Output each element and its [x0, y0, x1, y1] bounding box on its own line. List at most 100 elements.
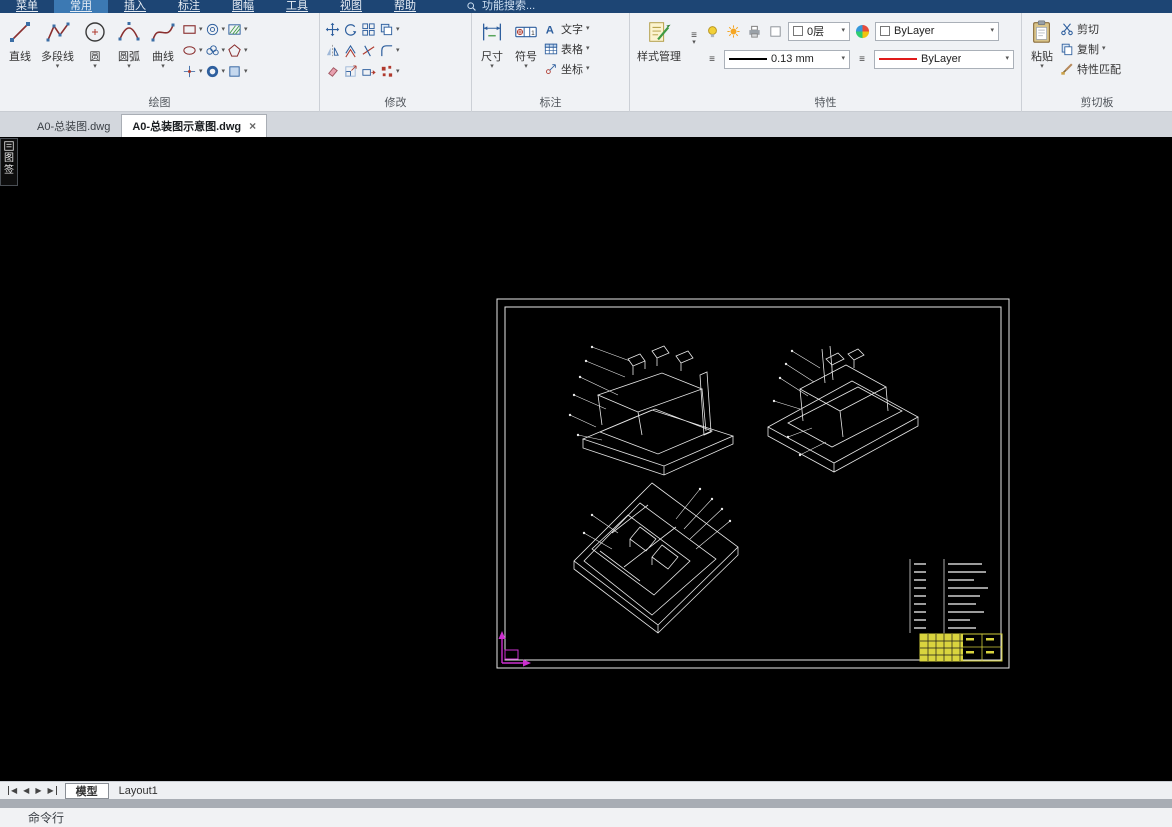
- chevron-down-icon[interactable]: ▾: [396, 26, 400, 33]
- chevron-down-icon[interactable]: ▾: [586, 65, 590, 72]
- array-icon[interactable]: [360, 21, 377, 38]
- tab-model[interactable]: 模型: [64, 782, 109, 799]
- copy-object-icon[interactable]: [378, 21, 395, 38]
- menubar-item[interactable]: 标注: [162, 0, 216, 13]
- text-button[interactable]: A 文字 ▾: [544, 19, 590, 39]
- arc-button[interactable]: 圆弧 ▾: [113, 17, 145, 72]
- chevron-down-icon[interactable]: ▾: [199, 26, 203, 33]
- chevron-down-icon[interactable]: ▾: [199, 68, 203, 75]
- trim-icon[interactable]: [360, 42, 377, 59]
- offset-icon[interactable]: [342, 42, 359, 59]
- last-layout-icon[interactable]: ▶: [47, 786, 57, 795]
- paste-button[interactable]: 粘贴 ▾: [1026, 17, 1058, 72]
- cut-button[interactable]: 剪切: [1060, 19, 1121, 39]
- menubar-item[interactable]: 视图: [324, 0, 378, 13]
- side-palette-tab[interactable]: 图 签: [0, 138, 18, 186]
- linetype-list-icon[interactable]: ≡: [854, 54, 870, 64]
- concentric-circles-icon[interactable]: [204, 21, 221, 38]
- menubar-item-active[interactable]: 常用: [54, 0, 108, 13]
- line-button[interactable]: 直线: [4, 17, 36, 66]
- explode-icon[interactable]: [378, 63, 395, 80]
- spline-button[interactable]: 曲线 ▾: [147, 17, 179, 72]
- hatch-icon[interactable]: [226, 21, 243, 38]
- doc-tab-active[interactable]: A0-总装图示意图.dwg ×: [121, 114, 268, 137]
- match-properties-button[interactable]: 特性匹配: [1060, 59, 1121, 79]
- chevron-down-icon[interactable]: ▾: [244, 26, 248, 33]
- chevron-down-icon[interactable]: ▾: [1040, 63, 1044, 70]
- copy-button[interactable]: 复制 ▾: [1060, 39, 1121, 59]
- chevron-down-icon[interactable]: ▾: [56, 63, 60, 70]
- revision-cloud-icon[interactable]: [204, 42, 221, 59]
- polyline-button[interactable]: 多段线 ▾: [38, 17, 77, 72]
- mirror-icon[interactable]: [324, 42, 341, 59]
- layer-select[interactable]: 0层 ▾: [788, 21, 850, 41]
- panel-label-draw[interactable]: 绘图: [0, 97, 319, 112]
- lineweight-select[interactable]: 0.13 mm ▾: [724, 49, 850, 69]
- menubar-item[interactable]: 工具: [270, 0, 324, 13]
- dimension-button[interactable]: 尺寸 ▾: [476, 17, 508, 72]
- chevron-down-icon[interactable]: ▾: [93, 63, 97, 70]
- linetype-sample: [879, 58, 917, 60]
- command-window-splitter[interactable]: [0, 799, 1172, 808]
- chevron-down-icon[interactable]: ▾: [161, 63, 165, 70]
- rotate-icon[interactable]: [342, 21, 359, 38]
- list-options-button[interactable]: ≡ ▾: [686, 17, 702, 47]
- scale-icon[interactable]: [342, 63, 359, 80]
- chevron-down-icon[interactable]: ▾: [222, 68, 226, 75]
- menubar-item[interactable]: 帮助: [378, 0, 432, 13]
- coordinate-button[interactable]: 坐标 ▾: [544, 59, 590, 79]
- function-search[interactable]: 功能搜索...: [466, 0, 535, 13]
- donut-icon[interactable]: [204, 63, 221, 80]
- chevron-down-icon[interactable]: ▾: [222, 26, 226, 33]
- previous-layout-icon[interactable]: ◀: [23, 786, 29, 795]
- menubar-item[interactable]: 插入: [108, 0, 162, 13]
- menubar-item[interactable]: 图幅: [216, 0, 270, 13]
- chevron-down-icon[interactable]: ▾: [222, 47, 226, 54]
- move-icon[interactable]: [324, 21, 341, 38]
- chevron-down-icon[interactable]: ▾: [244, 68, 248, 75]
- chevron-down-icon[interactable]: ▾: [244, 47, 248, 54]
- circle-button[interactable]: 圆 ▾: [79, 17, 111, 72]
- arc-label: 圆弧: [118, 51, 140, 63]
- doc-tab-inactive[interactable]: A0-总装图.dwg: [26, 114, 121, 137]
- ellipse-icon[interactable]: [181, 42, 198, 59]
- fillet-icon[interactable]: [378, 42, 395, 59]
- tab-layout1[interactable]: Layout1: [109, 783, 168, 799]
- layer-freeze-sun-icon[interactable]: [725, 23, 742, 40]
- region-icon[interactable]: [226, 63, 243, 80]
- layer-on-bulb-icon[interactable]: [704, 23, 721, 40]
- panel-label-annotate[interactable]: 标注: [472, 97, 629, 112]
- stretch-icon[interactable]: [360, 63, 377, 80]
- menubar-item[interactable]: 菜单: [0, 0, 54, 13]
- table-button[interactable]: 表格 ▾: [544, 39, 590, 59]
- chevron-down-icon[interactable]: ▾: [1102, 45, 1106, 52]
- linetype-select[interactable]: ByLayer ▾: [874, 49, 1014, 69]
- close-icon[interactable]: ×: [249, 120, 256, 132]
- first-layout-icon[interactable]: ◀: [8, 786, 17, 795]
- rectangle-icon[interactable]: [181, 21, 198, 38]
- chevron-down-icon[interactable]: ▾: [396, 47, 400, 54]
- drawing-viewport[interactable]: 图 签: [0, 137, 1172, 781]
- style-manager-button[interactable]: 样式管理: [634, 17, 684, 66]
- erase-icon[interactable]: [324, 63, 341, 80]
- color-select[interactable]: ByLayer ▾: [875, 21, 999, 41]
- command-line[interactable]: 命令行: [0, 808, 1172, 827]
- layer-transparent-icon[interactable]: [767, 23, 784, 40]
- chevron-down-icon[interactable]: ▾: [396, 68, 400, 75]
- polygon-icon[interactable]: [226, 42, 243, 59]
- next-layout-icon[interactable]: ▶: [35, 786, 41, 795]
- chevron-down-icon[interactable]: ▾: [586, 45, 590, 52]
- chevron-down-icon[interactable]: ▾: [586, 25, 590, 32]
- chevron-down-icon[interactable]: ▾: [490, 63, 494, 70]
- point-icon[interactable]: [181, 63, 198, 80]
- symbol-button[interactable]: 1 符号 ▾: [510, 17, 542, 72]
- panel-label-clipboard[interactable]: 剪切板: [1022, 97, 1172, 112]
- color-wheel-icon[interactable]: [854, 23, 871, 40]
- panel-label-properties[interactable]: 特性: [630, 97, 1021, 112]
- lineweight-list-icon[interactable]: ≡: [704, 54, 720, 64]
- chevron-down-icon[interactable]: ▾: [199, 47, 203, 54]
- panel-label-modify[interactable]: 修改: [320, 97, 471, 112]
- chevron-down-icon[interactable]: ▾: [127, 63, 131, 70]
- layer-plot-printer-icon[interactable]: [746, 23, 763, 40]
- chevron-down-icon[interactable]: ▾: [524, 63, 528, 70]
